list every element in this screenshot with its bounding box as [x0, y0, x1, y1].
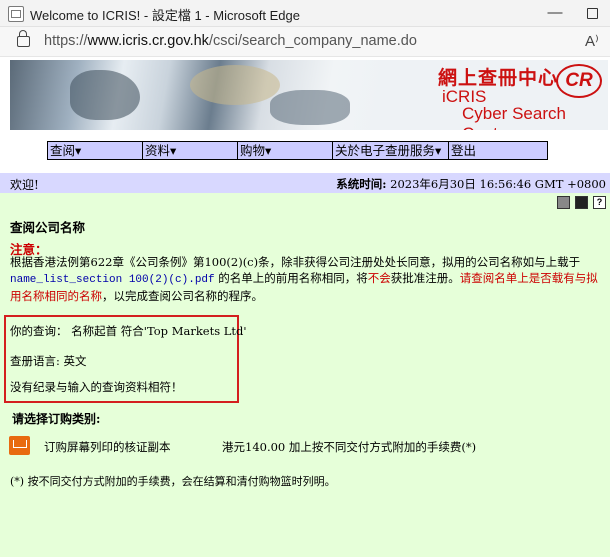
url-text[interactable]: https://www.icris.cr.gov.hk/csci/search_…	[44, 33, 417, 49]
url-path: /csci/search_company_name.do	[208, 33, 417, 49]
menu-about[interactable]: 关於电子查册服务▾	[333, 142, 449, 159]
welcome-bar: 欢迎! 系统时间: 2023年6月30日 16:56:46 GMT +0800	[0, 173, 610, 193]
menu-logout[interactable]: 登出	[449, 142, 547, 159]
order-price: 港元140.00 加上按不同交付方式附加的手续费(*)	[222, 440, 477, 454]
system-time-value: 2023年6月30日 16:56:46 GMT +0800	[390, 177, 606, 191]
menu-info[interactable]: 资料▾	[143, 142, 238, 159]
address-bar[interactable]: https://www.icris.cr.gov.hk/csci/search_…	[0, 27, 610, 57]
notice-part2: 的名单上的前用名称相同，将	[214, 271, 368, 285]
window-title: Welcome to ICRIS! - 設定檔 1 - Microsoft Ed…	[30, 8, 300, 23]
notice-part3: 获批准注册。	[390, 271, 460, 285]
footnote: (*) 按不同交付方式附加的手续费，会在结算和清付购物篮时列明。	[10, 475, 336, 488]
banner-photo	[10, 60, 380, 130]
banner-title-cn: 網上查冊中心	[438, 67, 559, 89]
menu-shopping[interactable]: 购物▾	[238, 142, 333, 159]
cart-icon[interactable]	[9, 436, 30, 455]
main-content: ? 查阅公司名称 注意： 根据香港法例第622章《公司条例》第100(2)(c)…	[0, 193, 610, 557]
lock-icon[interactable]	[17, 30, 30, 47]
read-aloud-icon[interactable]: A⁾	[585, 32, 599, 50]
order-item-link[interactable]: 订购屏幕列印的核证副本	[44, 439, 171, 455]
window-titlebar: Welcome to ICRIS! - 設定檔 1 - Microsoft Ed…	[0, 0, 610, 27]
order-title: 请选择订购类别:	[12, 412, 101, 426]
language-line: 查册语言: 英文	[10, 354, 87, 368]
url-prefix: https://	[44, 33, 88, 49]
no-record-line: 没有纪录与输入的查询资料相符！	[10, 380, 183, 394]
print-icon[interactable]	[557, 196, 570, 209]
url-host: www.icris.cr.gov.hk	[87, 33, 209, 49]
query-line: 你的查询： 名称起首 符合'Top Markets Ltd'	[10, 324, 247, 338]
save-icon[interactable]	[575, 196, 588, 209]
notice-not: 不会	[367, 271, 391, 285]
welcome-text: 欢迎!	[10, 178, 39, 192]
window-icon	[8, 6, 24, 22]
help-icon[interactable]: ?	[593, 196, 606, 209]
notice-text: 根据香港法例第622章《公司条例》第100(2)(c)条，除非获得公司注册处处长…	[10, 254, 604, 304]
notice-part1: 根据香港法例第622章《公司条例》第100(2)(c)条，除非获得公司注册处处长…	[10, 255, 581, 269]
banner-subtitle: Cyber Search Centre	[462, 104, 566, 130]
page-title: 查阅公司名称	[10, 220, 86, 235]
main-menu: 查阅▾ 资料▾ 购物▾ 关於电子查册服务▾ 登出	[47, 141, 548, 160]
site-banner: 網上查冊中心 iCRIS Cyber Search Centre CR	[10, 60, 608, 130]
cr-logo: CR	[556, 64, 602, 98]
system-time: 系统时间: 2023年6月30日 16:56:46 GMT +0800	[336, 176, 606, 192]
system-time-label: 系统时间:	[336, 177, 387, 191]
menu-search[interactable]: 查阅▾	[48, 142, 143, 159]
minimize-button[interactable]: —	[545, 4, 565, 22]
name-list-link[interactable]: name_list_section 100(2)(c).pdf	[10, 274, 215, 286]
maximize-button[interactable]	[582, 4, 602, 22]
notice-part4: ，以完成查阅公司名称的程序。	[102, 289, 263, 303]
